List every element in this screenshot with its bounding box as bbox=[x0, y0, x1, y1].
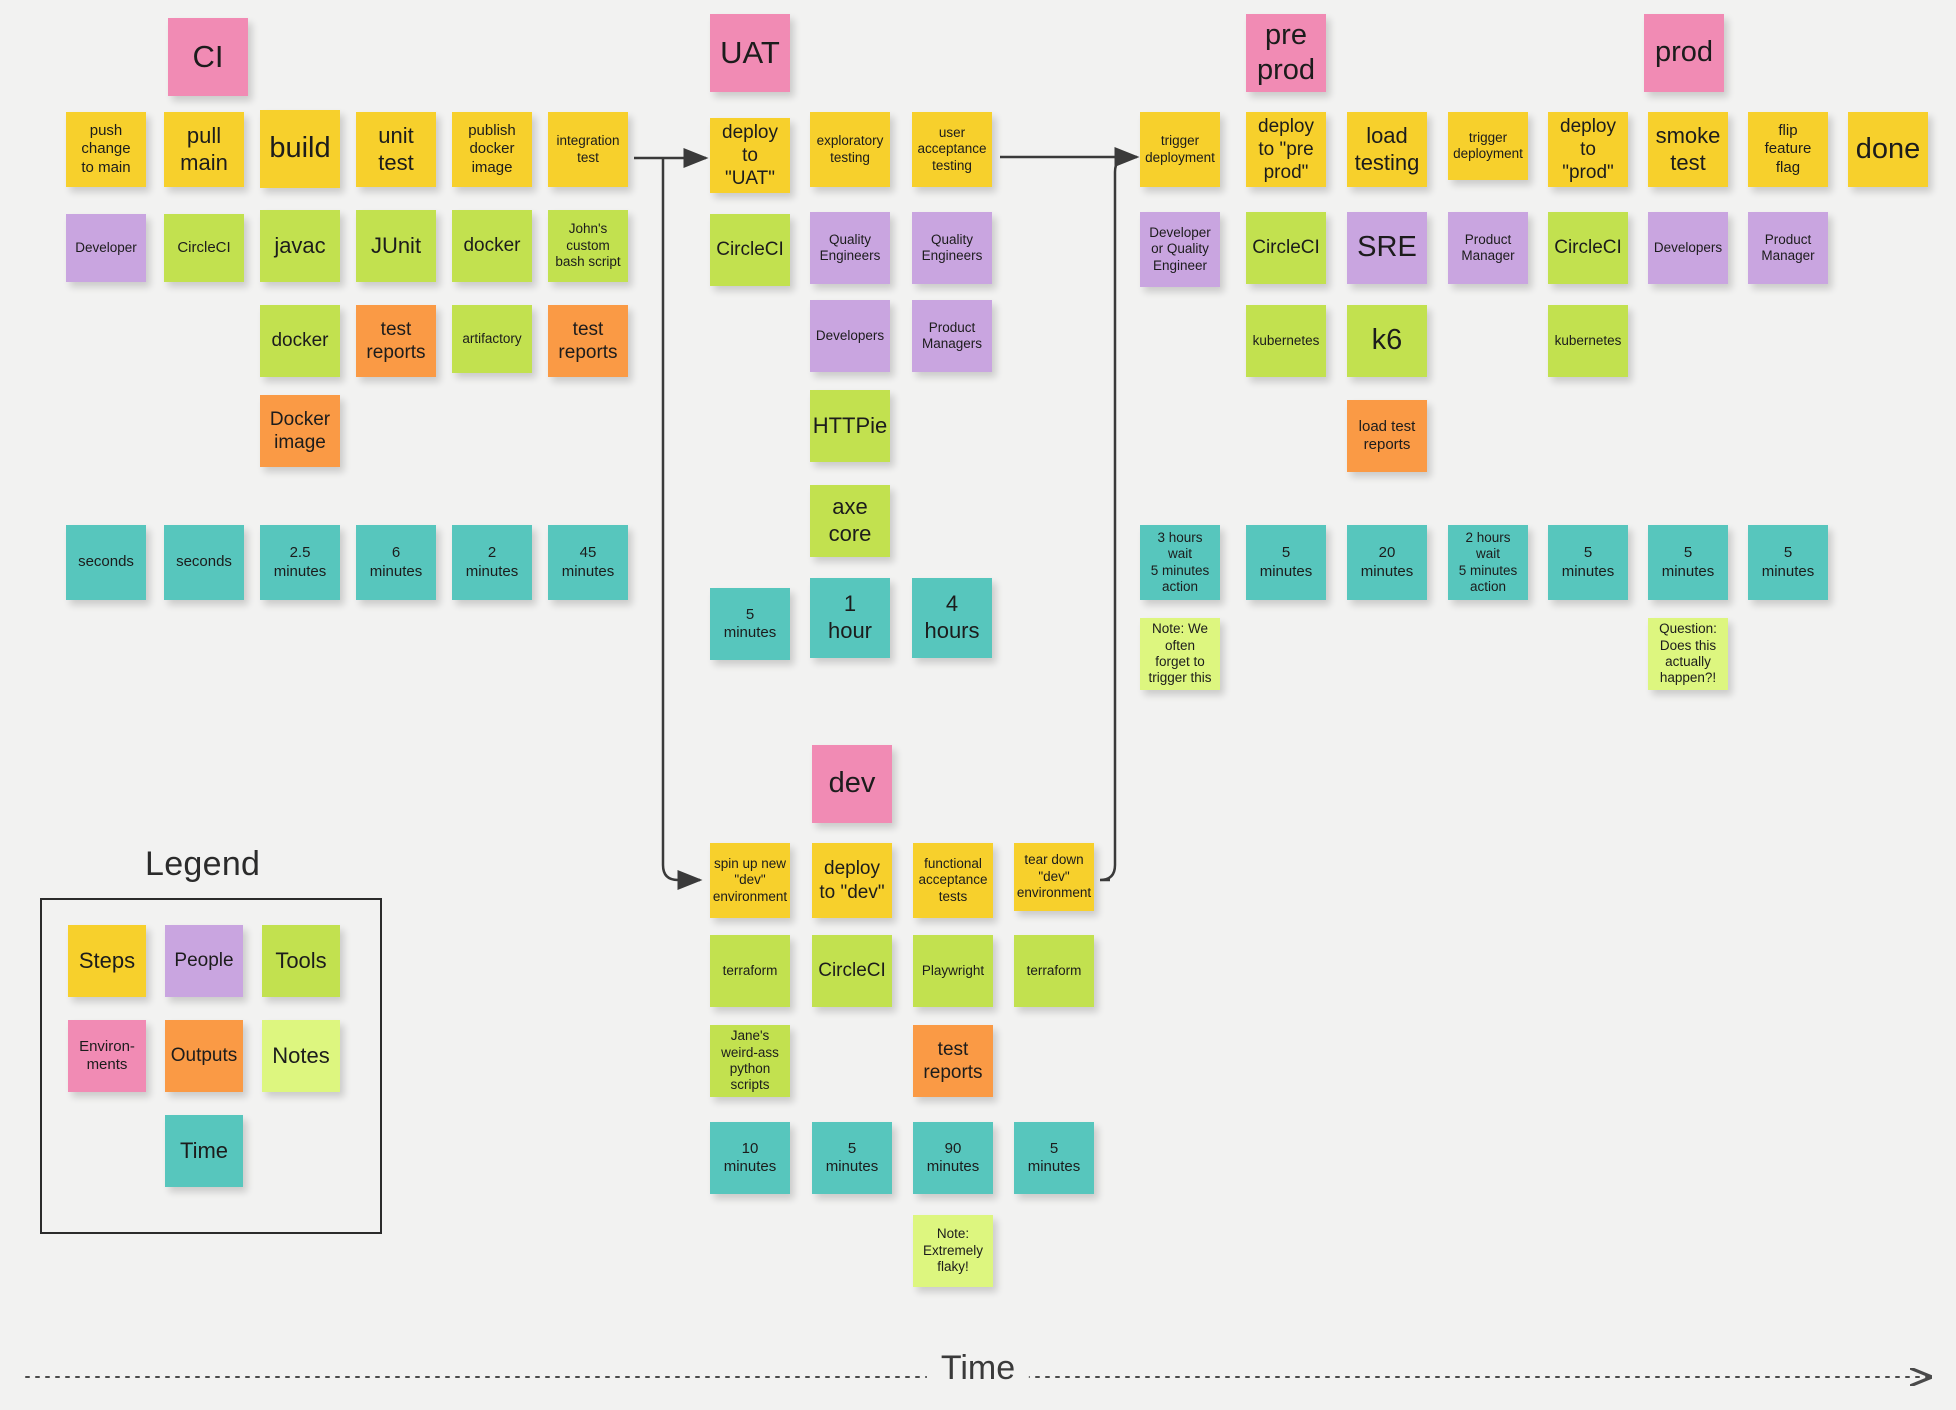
step-load-testing[interactable]: load testing bbox=[1347, 112, 1427, 187]
tool-httpie[interactable]: HTTPie bbox=[810, 390, 890, 462]
output-test-reports-unit[interactable]: test reports bbox=[356, 305, 436, 377]
output-docker-image[interactable]: Docker image bbox=[260, 395, 340, 467]
time-uat-acceptance: 4 hours bbox=[912, 578, 992, 658]
people-quality-engineers-uat[interactable]: Quality Engineers bbox=[912, 212, 992, 284]
environment-header-dev: dev bbox=[812, 745, 892, 823]
legend-item-steps: Steps bbox=[68, 925, 146, 997]
time-prod-smoke-test: 5 minutes bbox=[1648, 525, 1728, 600]
step-push-change-to-main[interactable]: push change to main bbox=[66, 112, 146, 187]
step-integration-test[interactable]: integration test bbox=[548, 112, 628, 187]
time-preprod-load-testing: 20 minutes bbox=[1347, 525, 1427, 600]
environment-header-uat: UAT bbox=[710, 14, 790, 92]
value-stream-board: CI push change to main Developer seconds… bbox=[0, 0, 1956, 1405]
tool-circleci-uat[interactable]: CircleCI bbox=[710, 214, 790, 286]
tool-johns-custom-bash-script[interactable]: John's custom bash script bbox=[548, 210, 628, 282]
environment-header-preprod: pre prod bbox=[1246, 14, 1326, 92]
note-often-forget-to-trigger: Note: We often forget to trigger this bbox=[1140, 618, 1220, 690]
time-dev-functional-tests: 90 minutes bbox=[913, 1122, 993, 1194]
time-axis: Time bbox=[0, 1349, 1956, 1405]
people-product-managers-uat[interactable]: Product Managers bbox=[912, 300, 992, 372]
time-ci-push: seconds bbox=[66, 525, 146, 600]
people-developer-or-quality-engineer[interactable]: Developer or Quality Engineer bbox=[1140, 212, 1220, 287]
note-question-does-this-happen: Question: Does this actually happen?! bbox=[1648, 618, 1728, 690]
time-dev-spinup: 10 minutes bbox=[710, 1122, 790, 1194]
tool-janes-python-scripts[interactable]: Jane's weird-ass python scripts bbox=[710, 1025, 790, 1097]
tool-kubernetes-prod[interactable]: kubernetes bbox=[1548, 305, 1628, 377]
legend-item-outputs: Outputs bbox=[165, 1020, 243, 1092]
step-trigger-deployment-prod[interactable]: trigger deployment bbox=[1448, 112, 1528, 180]
time-dev-teardown: 5 minutes bbox=[1014, 1122, 1094, 1194]
output-test-reports-functional[interactable]: test reports bbox=[913, 1025, 993, 1097]
legend-item-tools: Tools bbox=[262, 925, 340, 997]
step-deploy-to-prod[interactable]: deploy to "prod" bbox=[1548, 112, 1628, 187]
tool-circleci-ci-pull[interactable]: CircleCI bbox=[164, 214, 244, 282]
tool-terraform-teardown[interactable]: terraform bbox=[1014, 935, 1094, 1007]
time-prod-deploy: 5 minutes bbox=[1548, 525, 1628, 600]
tool-circleci-preprod[interactable]: CircleCI bbox=[1246, 212, 1326, 284]
step-deploy-to-preprod[interactable]: deploy to "pre prod" bbox=[1246, 112, 1326, 187]
environment-header-prod: prod bbox=[1644, 14, 1724, 92]
time-axis-label: Time bbox=[926, 1349, 1030, 1388]
legend-item-environments: Environ- ments bbox=[68, 1020, 146, 1092]
time-prod-flip-flag: 5 minutes bbox=[1748, 525, 1828, 600]
time-ci-build: 2.5 minutes bbox=[260, 525, 340, 600]
time-ci-publish: 2 minutes bbox=[452, 525, 532, 600]
legend-item-time: Time bbox=[165, 1115, 243, 1187]
time-preprod-deploy: 5 minutes bbox=[1246, 525, 1326, 600]
people-sre[interactable]: SRE bbox=[1347, 212, 1427, 284]
time-prod-trigger: 2 hours wait 5 minutes action bbox=[1448, 525, 1528, 600]
tool-docker-publish[interactable]: docker bbox=[452, 210, 532, 282]
people-developer[interactable]: Developer bbox=[66, 214, 146, 282]
step-deploy-to-uat[interactable]: deploy to "UAT" bbox=[710, 118, 790, 193]
time-preprod-trigger: 3 hours wait 5 minutes action bbox=[1140, 525, 1220, 600]
tool-terraform-spinup[interactable]: terraform bbox=[710, 935, 790, 1007]
step-tear-down-dev-environment[interactable]: tear down "dev" environment bbox=[1014, 843, 1094, 911]
step-trigger-deployment-preprod[interactable]: trigger deployment bbox=[1140, 112, 1220, 187]
note-extremely-flaky: Note: Extremely flaky! bbox=[913, 1215, 993, 1287]
tool-docker-build[interactable]: docker bbox=[260, 305, 340, 377]
output-load-test-reports[interactable]: load test reports bbox=[1347, 400, 1427, 472]
tool-artifactory[interactable]: artifactory bbox=[452, 305, 532, 373]
tool-javac[interactable]: javac bbox=[260, 210, 340, 282]
legend-item-people: People bbox=[165, 925, 243, 997]
tool-k6[interactable]: k6 bbox=[1347, 305, 1427, 377]
legend-title: Legend bbox=[145, 845, 261, 883]
people-developers-smoke[interactable]: Developers bbox=[1648, 212, 1728, 284]
time-dev-deploy: 5 minutes bbox=[812, 1122, 892, 1194]
step-deploy-to-dev[interactable]: deploy to "dev" bbox=[812, 843, 892, 918]
step-unit-test[interactable]: unit test bbox=[356, 112, 436, 187]
tool-circleci-dev[interactable]: CircleCI bbox=[812, 935, 892, 1007]
step-done[interactable]: done bbox=[1848, 112, 1928, 187]
time-ci-pull: seconds bbox=[164, 525, 244, 600]
people-developers-exploratory[interactable]: Developers bbox=[810, 300, 890, 372]
environment-header-ci: CI bbox=[168, 18, 248, 96]
people-quality-engineers-exploratory[interactable]: Quality Engineers bbox=[810, 212, 890, 284]
step-build[interactable]: build bbox=[260, 110, 340, 188]
tool-axe-core[interactable]: axe core bbox=[810, 485, 890, 557]
legend-item-notes: Notes bbox=[262, 1020, 340, 1092]
tool-kubernetes-preprod[interactable]: kubernetes bbox=[1246, 305, 1326, 377]
tool-playwright[interactable]: Playwright bbox=[913, 935, 993, 1007]
step-pull-main[interactable]: pull main bbox=[164, 112, 244, 187]
time-uat-exploratory: 1 hour bbox=[810, 578, 890, 658]
step-publish-docker-image[interactable]: publish docker image bbox=[452, 112, 532, 187]
step-functional-acceptance-tests[interactable]: functional acceptance tests bbox=[913, 843, 993, 918]
step-spin-up-dev-environment[interactable]: spin up new "dev" environment bbox=[710, 843, 790, 918]
step-flip-feature-flag[interactable]: flip feature flag bbox=[1748, 112, 1828, 187]
people-product-manager-trigger[interactable]: Product Manager bbox=[1448, 212, 1528, 284]
tool-circleci-prod[interactable]: CircleCI bbox=[1548, 212, 1628, 284]
step-user-acceptance-testing[interactable]: user acceptance testing bbox=[912, 112, 992, 187]
time-ci-integration-test: 45 minutes bbox=[548, 525, 628, 600]
time-uat-deploy: 5 minutes bbox=[710, 588, 790, 660]
people-product-manager-flag[interactable]: Product Manager bbox=[1748, 212, 1828, 284]
step-exploratory-testing[interactable]: exploratory testing bbox=[810, 112, 890, 187]
step-smoke-test[interactable]: smoke test bbox=[1648, 112, 1728, 187]
output-test-reports-integration[interactable]: test reports bbox=[548, 305, 628, 377]
time-ci-unit-test: 6 minutes bbox=[356, 525, 436, 600]
tool-junit[interactable]: JUnit bbox=[356, 210, 436, 282]
